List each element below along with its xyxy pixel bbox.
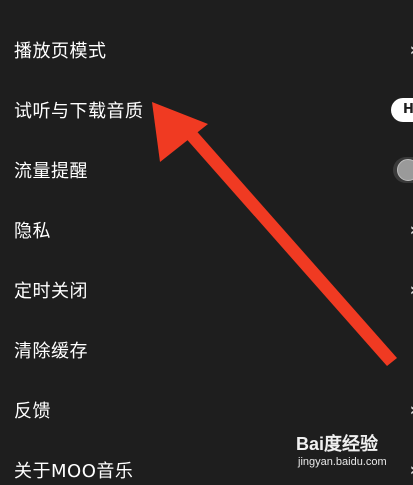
menu-item-label: 隐私	[14, 221, 51, 242]
chevron-right-icon: ›	[410, 460, 413, 481]
baidu-watermark: Bai度经验 jingyan.baidu.com	[296, 428, 406, 478]
menu-item-label: 流量提醒	[14, 161, 88, 182]
menu-item-sleep-timer[interactable]: 定时关闭 ›	[0, 260, 413, 320]
menu-item-label: 反馈	[14, 401, 51, 422]
settings-screen: 播放页模式 › 试听与下载音质 H 流量提醒 隐私 › 定时关闭 › 清除缓存 …	[0, 0, 413, 485]
chevron-right-icon: ›	[410, 40, 413, 61]
menu-item-label: 清除缓存	[14, 341, 88, 362]
menu-item-privacy[interactable]: 隐私 ›	[0, 200, 413, 260]
watermark-logo: Bai度经验	[296, 434, 379, 454]
menu-item-audio-quality[interactable]: 试听与下载音质 H	[0, 80, 413, 140]
data-alert-toggle[interactable]	[393, 157, 413, 183]
watermark-url: jingyan.baidu.com	[298, 456, 387, 468]
menu-item-player-mode[interactable]: 播放页模式 ›	[0, 20, 413, 80]
toggle-knob	[397, 159, 413, 181]
quality-badge[interactable]: H	[391, 98, 413, 122]
menu-item-label: 关于MOO音乐	[14, 461, 134, 482]
chevron-right-icon: ›	[410, 280, 413, 301]
chevron-right-icon: ›	[410, 400, 413, 421]
menu-item-label: 试听与下载音质	[14, 101, 144, 122]
settings-menu: 播放页模式 › 试听与下载音质 H 流量提醒 隐私 › 定时关闭 › 清除缓存 …	[0, 20, 413, 485]
menu-item-data-alert[interactable]: 流量提醒	[0, 140, 413, 200]
menu-item-label: 播放页模式	[14, 41, 107, 62]
chevron-right-icon: ›	[410, 220, 413, 241]
menu-item-clear-cache[interactable]: 清除缓存	[0, 320, 413, 380]
menu-item-label: 定时关闭	[14, 281, 88, 302]
